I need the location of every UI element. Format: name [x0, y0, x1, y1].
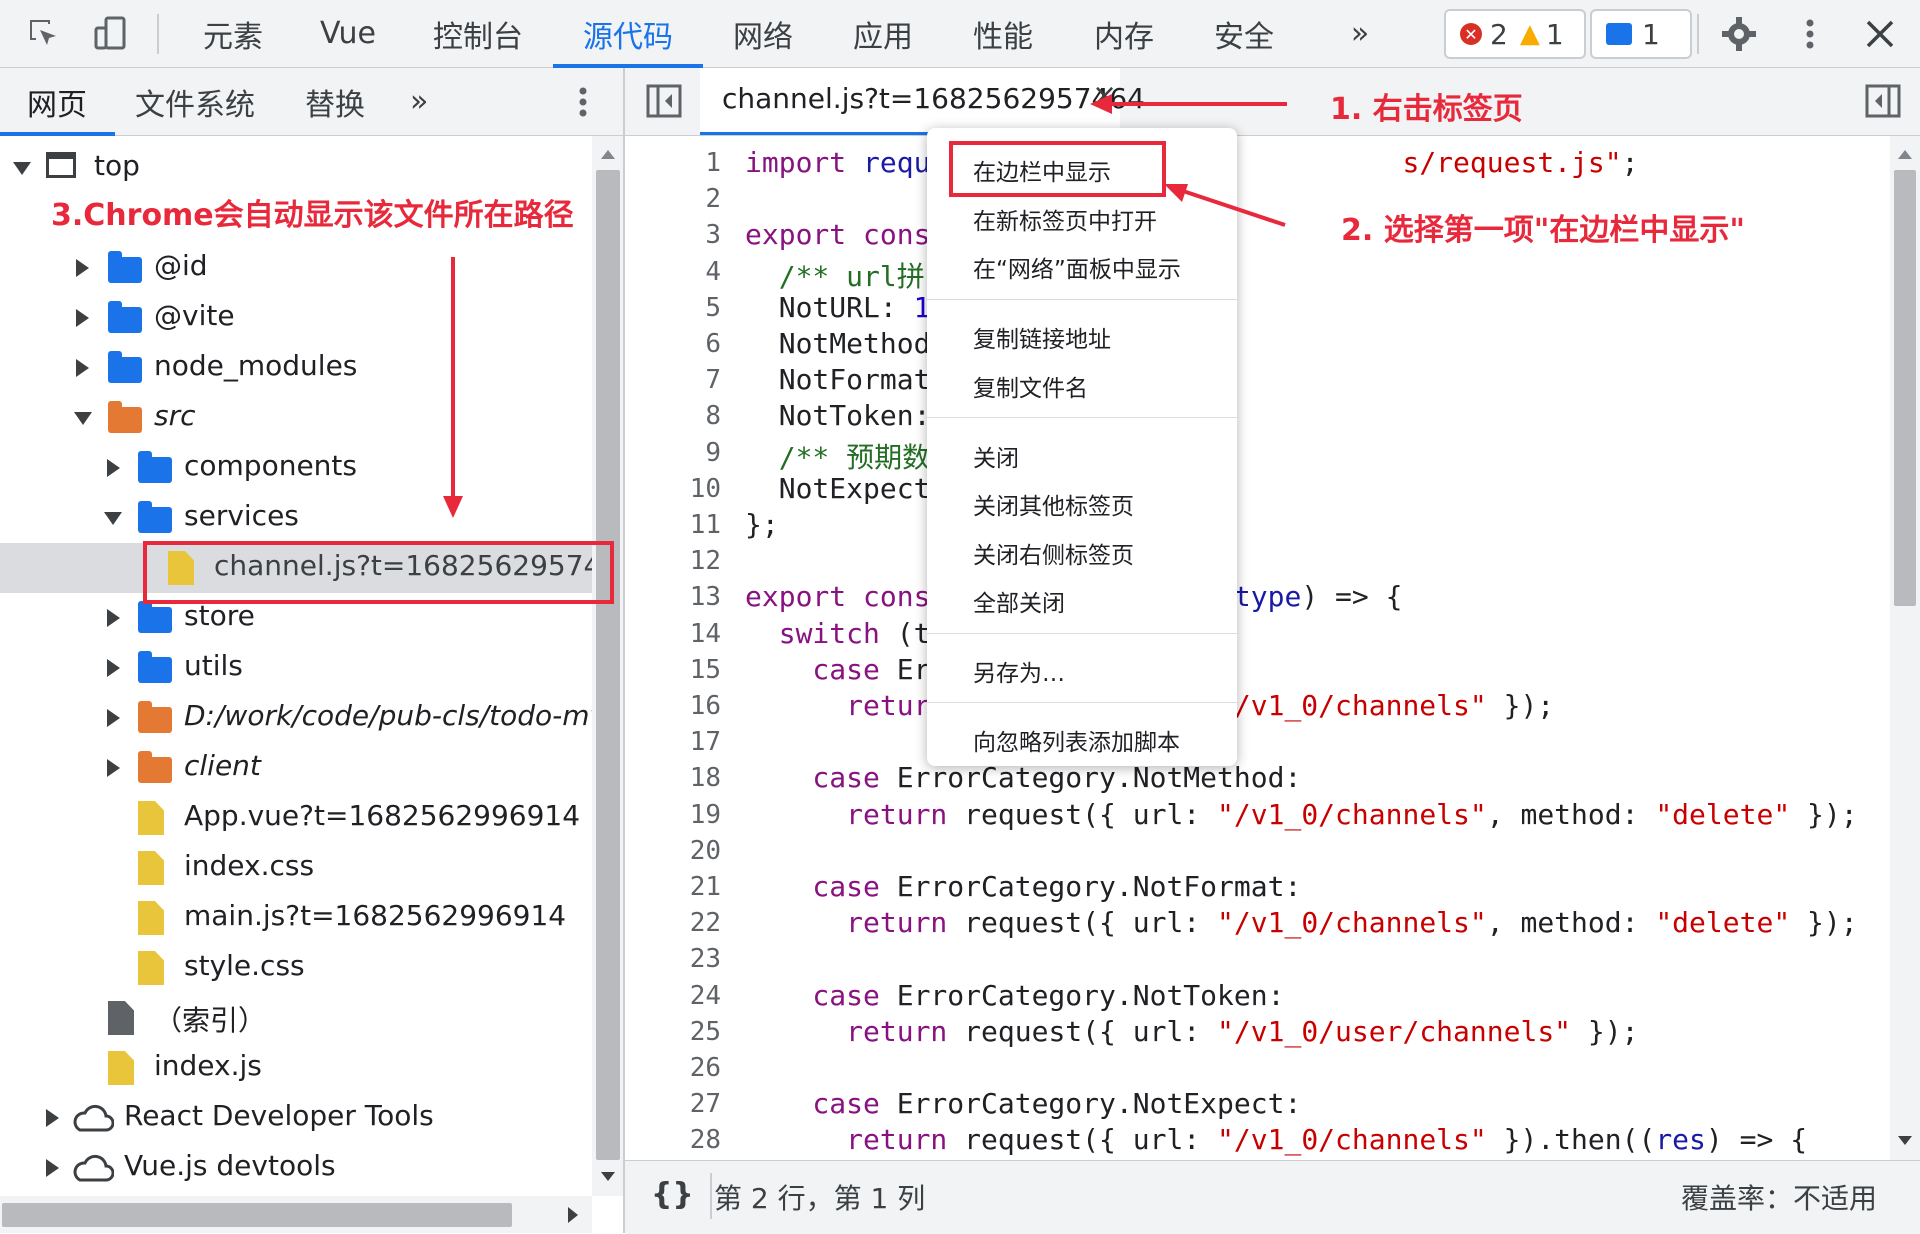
arrow-head-left: [1164, 184, 1188, 202]
arrow-head-down: [443, 496, 463, 518]
annotation-arrows: [443, 94, 1287, 518]
annotation-step-3: 3.Chrome会自动显示该文件所在路径: [51, 198, 574, 233]
arrow-head-left: [1090, 94, 1112, 114]
annotation-step-2: 2. 选择第一项"在边栏中显示": [1341, 213, 1745, 248]
annotation-step-1: 1. 右击标签页: [1330, 92, 1523, 127]
